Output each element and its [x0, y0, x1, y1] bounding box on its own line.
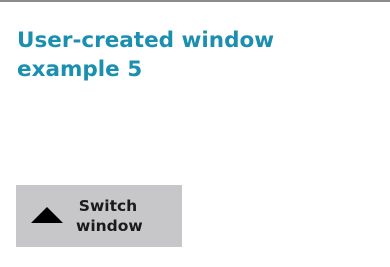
window-title: User-created window example 5 — [17, 28, 275, 82]
switch-window-button[interactable]: Switch window — [16, 185, 182, 247]
triangle-up-icon — [31, 207, 63, 223]
switch-window-label: Switch window — [76, 197, 143, 235]
user-created-window: User-created window example 5 Switch win… — [0, 0, 390, 267]
